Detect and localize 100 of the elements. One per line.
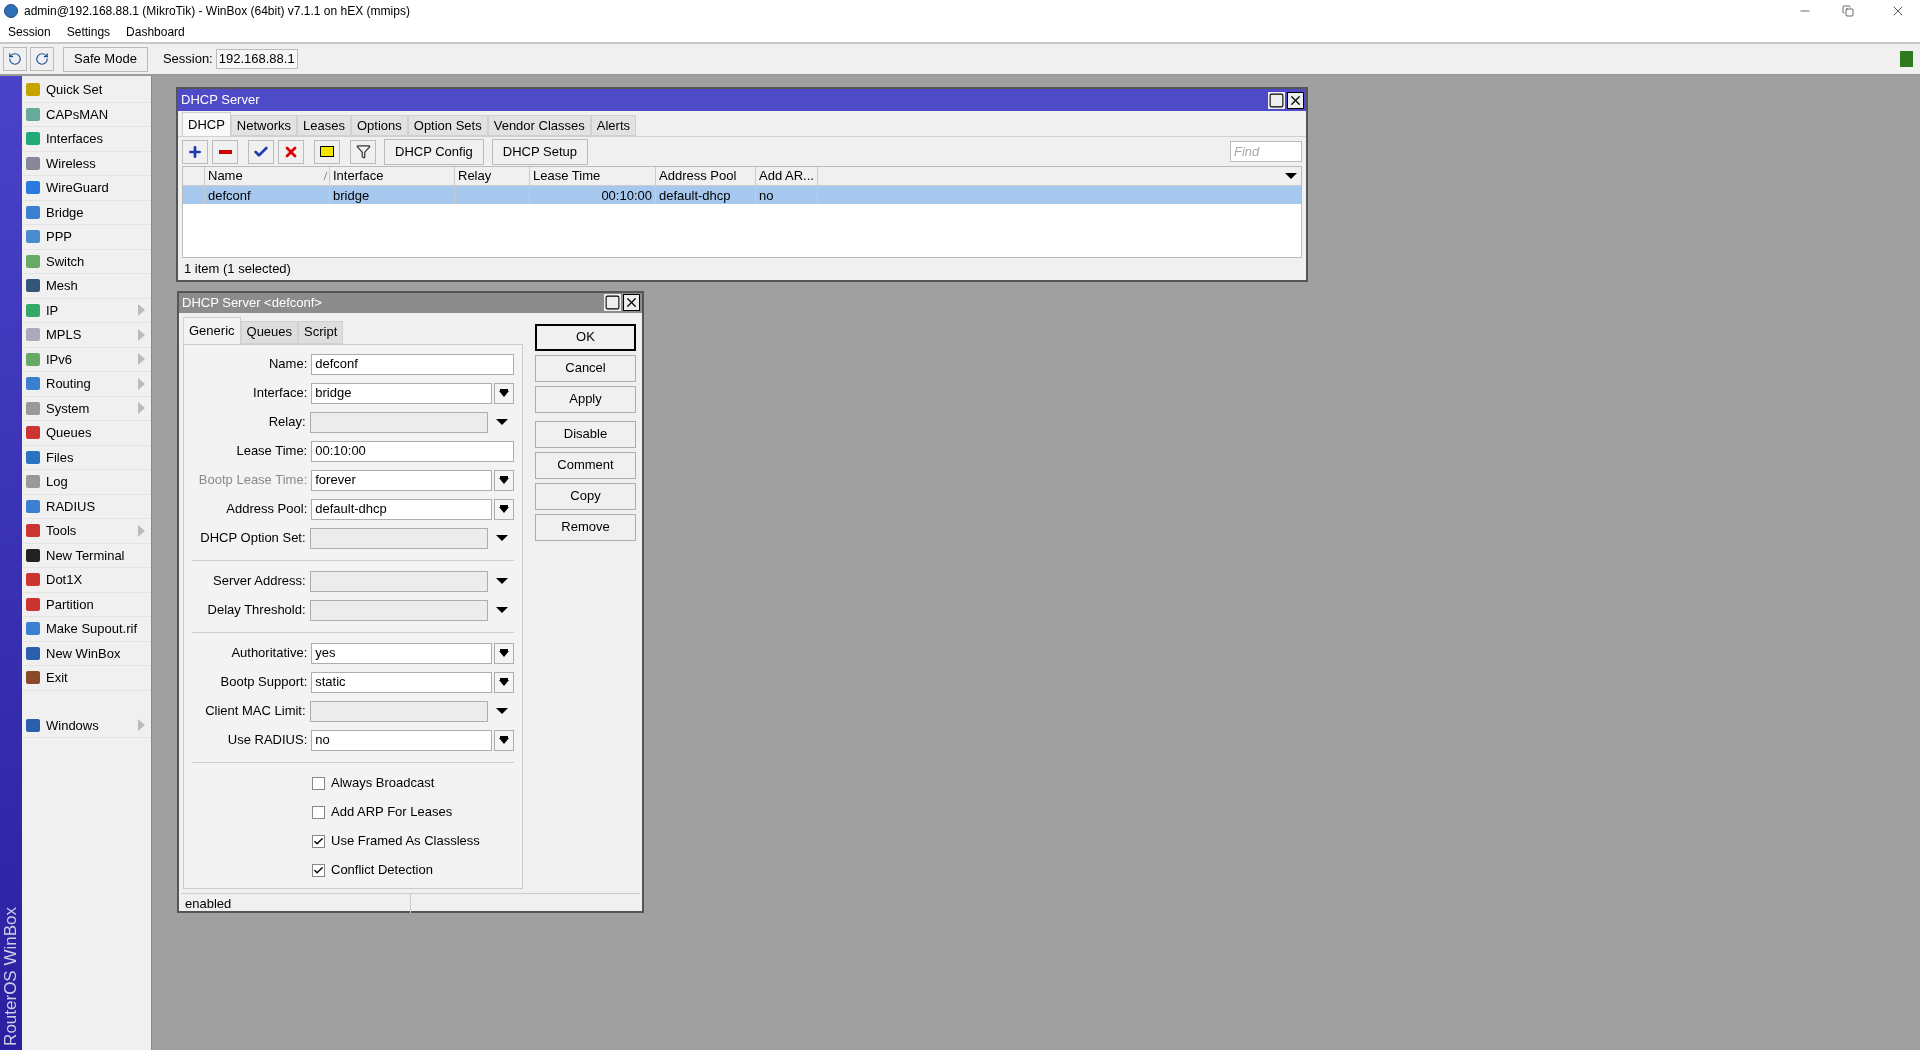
dropdown-arrow-icon[interactable] xyxy=(496,607,508,613)
input-field[interactable]: default-dhcp xyxy=(311,498,493,520)
dialog-button[interactable]: OK xyxy=(535,323,636,351)
restore-icon[interactable] xyxy=(1842,5,1854,17)
checkbox-label: Always Broadcast xyxy=(331,774,435,793)
menu-icon xyxy=(26,254,40,268)
dropdown-arrow-icon[interactable] xyxy=(496,708,508,714)
checkbox-label: Conflict Detection xyxy=(331,861,433,880)
input-field[interactable]: bridge xyxy=(311,382,493,404)
field-label: Authoritative: xyxy=(230,644,309,663)
dialog-button[interactable]: Comment xyxy=(535,451,636,479)
close-icon[interactable] xyxy=(1287,91,1304,109)
add-button[interactable] xyxy=(182,139,208,164)
dropdown-button[interactable] xyxy=(494,382,514,404)
app-logo-icon xyxy=(4,4,18,18)
tab[interactable]: Vendor Classes xyxy=(487,115,591,136)
table-cell: no xyxy=(756,186,818,204)
input-field[interactable]: defconf xyxy=(311,353,514,375)
menu-icon xyxy=(26,646,40,660)
field-label: Lease Time: xyxy=(235,442,309,461)
menu-icon xyxy=(26,132,40,146)
safe-mode-button[interactable]: Safe Mode xyxy=(63,46,148,72)
menu-icon xyxy=(26,597,40,611)
tab[interactable]: DHCP xyxy=(182,112,231,136)
menu-item[interactable]: Settings xyxy=(66,23,111,41)
tab[interactable]: Option Sets xyxy=(407,115,488,136)
menu-item[interactable]: Session xyxy=(8,23,51,41)
menu-icon xyxy=(26,573,40,587)
menu-icon xyxy=(26,499,40,513)
checkbox[interactable] xyxy=(312,776,325,790)
dropdown-button[interactable] xyxy=(494,642,514,664)
session-label: Session: xyxy=(162,50,213,69)
input-field[interactable] xyxy=(309,700,488,722)
checkbox[interactable] xyxy=(312,863,325,877)
table-row[interactable]: defconf bridge 00:10:00 default-dhcp no xyxy=(183,186,1301,204)
input-field[interactable] xyxy=(309,527,488,549)
filter-icon xyxy=(355,144,371,159)
dropdown-button[interactable] xyxy=(494,469,514,491)
tab[interactable]: Options xyxy=(350,115,408,136)
redo-button[interactable] xyxy=(30,47,54,71)
comment-button[interactable] xyxy=(314,139,340,164)
enable-button[interactable] xyxy=(248,139,274,164)
tab[interactable]: Script xyxy=(298,320,344,344)
plus-icon xyxy=(187,143,203,160)
session-field[interactable]: 192.168.88.1 xyxy=(215,49,298,69)
menu-icon xyxy=(26,328,40,342)
dropdown-button[interactable] xyxy=(494,729,514,751)
column-menu-icon[interactable] xyxy=(1285,173,1297,179)
dialog-button[interactable]: Cancel xyxy=(535,354,636,382)
dialog-button[interactable]: Disable xyxy=(535,420,636,448)
disable-button[interactable] xyxy=(278,139,304,164)
checkbox[interactable] xyxy=(312,805,325,819)
toolbar-button[interactable]: DHCP Config xyxy=(384,138,484,165)
input-field[interactable] xyxy=(309,599,488,621)
column-header[interactable]: Address Pool xyxy=(656,167,756,185)
column-header[interactable]: Add AR... xyxy=(756,167,818,185)
input-field[interactable]: no xyxy=(311,729,493,751)
status-indicator-icon xyxy=(1900,51,1913,67)
dropdown-arrow-icon[interactable] xyxy=(496,535,508,541)
window-title: DHCP Server <defconf> xyxy=(182,294,323,312)
menu-item[interactable]: Dashboard xyxy=(126,23,185,41)
tab[interactable]: Alerts xyxy=(590,115,636,136)
maximize-icon[interactable] xyxy=(604,294,621,312)
input-field[interactable] xyxy=(309,411,488,433)
menu-icon xyxy=(26,377,40,391)
table-cell: bridge xyxy=(330,186,455,204)
field-label: DHCP Option Set: xyxy=(199,529,307,548)
column-header[interactable]: Lease Time xyxy=(530,167,656,185)
tab[interactable]: Leases xyxy=(297,115,351,136)
dialog-button[interactable]: Remove xyxy=(535,513,636,541)
column-header[interactable]: Name xyxy=(205,167,330,185)
column-header[interactable]: Interface xyxy=(330,167,455,185)
dialog-button[interactable]: Copy xyxy=(535,482,636,510)
menu-icon xyxy=(26,548,40,562)
undo-button[interactable] xyxy=(3,47,27,71)
input-field[interactable]: yes xyxy=(311,642,493,664)
filter-button[interactable] xyxy=(350,139,376,164)
dropdown-arrow-icon[interactable] xyxy=(496,419,508,425)
column-header[interactable]: Relay xyxy=(455,167,530,185)
checkbox[interactable] xyxy=(312,834,325,848)
tab[interactable]: Networks xyxy=(230,115,298,136)
tab[interactable]: Generic xyxy=(183,316,241,344)
input-field[interactable] xyxy=(309,570,488,592)
remove-button[interactable] xyxy=(212,139,238,164)
close-icon[interactable] xyxy=(623,294,640,312)
tab[interactable]: Queues xyxy=(240,320,299,344)
dropdown-button[interactable] xyxy=(494,671,514,693)
dropdown-button[interactable] xyxy=(494,498,514,520)
table-cell: default-dhcp xyxy=(656,186,756,204)
maximize-icon[interactable] xyxy=(1268,91,1285,109)
redo-icon xyxy=(35,52,49,66)
menu-icon xyxy=(26,303,40,317)
field-label: Use RADIUS: xyxy=(226,731,309,750)
dialog-button[interactable]: Apply xyxy=(535,385,636,413)
input-field[interactable]: static xyxy=(311,671,493,693)
find-field[interactable]: Find xyxy=(1230,141,1302,162)
dropdown-arrow-icon[interactable] xyxy=(496,578,508,584)
toolbar-button[interactable]: DHCP Setup xyxy=(491,138,588,165)
input-field[interactable]: 00:10:00 xyxy=(311,440,514,462)
menu-icon xyxy=(26,181,40,195)
